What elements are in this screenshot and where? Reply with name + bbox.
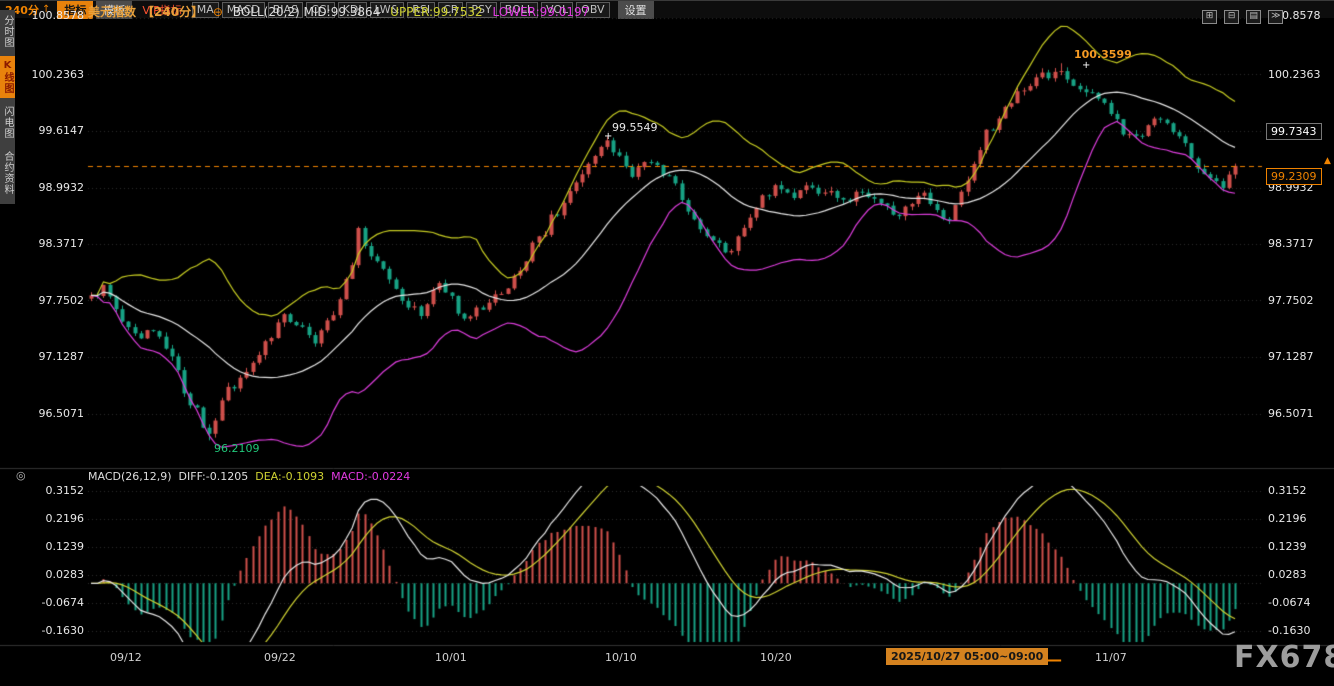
macd-params-label: MACD(26,12,9) [88,470,172,483]
macd-axis-label: 0.3152 [1268,484,1334,497]
macd-diff-value: DIFF:-0.1205 [179,470,249,483]
macd-axis-label: -0.1630 [1268,624,1334,637]
left-sidebar: 分时图 K线图 闪电图 合约资料 [0,10,15,204]
y-axis-label: 96.5071 [0,407,84,420]
boll-lower-label: LOWER:99.0197 [492,5,589,19]
swing-high-annotation: 99.5549 [612,121,658,134]
macd-axis-label: 0.0283 [1268,568,1334,581]
layout-next-icon[interactable]: ≫ [1268,10,1283,24]
macd-header: MACD(26,12,9) DIFF:-0.1205 DEA:-0.1093 M… [88,470,410,483]
macd-dea-value: DEA:-0.1093 [255,470,324,483]
macd-axis-label: -0.1630 [0,624,84,637]
macd-axis-label: 0.2196 [1268,512,1334,525]
macd-axis-label: 0.2196 [0,512,84,525]
chart-header: 美元指数【240分】 ⊖ BOLL(20,2) MID:99.3864 UPPE… [88,3,595,20]
macd-macd-value: MACD:-0.0224 [331,470,410,483]
x-axis-tick: 10/20 [760,651,792,664]
last-price-tag: 99.2309 [1266,168,1322,185]
sidebar-item-time-chart[interactable]: 分时图 [0,11,15,52]
x-axis-tick: 11/07 [1095,651,1127,664]
symbol-name: 美元指数 [88,5,136,19]
fx678-watermark: FX678 [1234,640,1334,675]
y-axis-label: 97.7502 [1268,294,1334,307]
window-controls: ⊞ ⊟ ▤ ≫ [1200,3,1283,24]
boll-mid-label: BOLL(20,2) MID:99.3864 [233,5,381,19]
y-axis-label: 97.7502 [0,294,84,307]
y-axis-label: 97.1287 [1268,350,1334,363]
x-axis: 09/12 09/22 10/01 10/10 10/20 2025/10/27… [0,646,1334,668]
macd-axis-label: 0.0283 [0,568,84,581]
sidebar-item-flash-chart[interactable]: 闪电图 [0,102,15,143]
layout-split-icon[interactable]: ⊟ [1224,10,1239,24]
x-axis-tick: 10/01 [435,651,467,664]
layout-grid-icon[interactable]: ⊞ [1202,10,1217,24]
y-axis-label: 98.3717 [0,237,84,250]
layout-rows-icon[interactable]: ▤ [1246,10,1261,24]
x-axis-tick: 10/10 [605,651,637,664]
macd-axis-label: 0.1239 [0,540,84,553]
macd-axis-label: 0.1239 [1268,540,1334,553]
low-price-annotation: 96.2109 [214,442,260,455]
collapse-icon[interactable]: ⊖ [213,5,223,19]
panel-marker-icon[interactable]: ◎ [16,469,26,482]
selected-time-range: 2025/10/27 05:00~09:00 [886,648,1048,665]
band-price-tag: 99.7343 [1266,123,1322,140]
candlestick-chart-canvas[interactable] [0,0,1334,686]
x-axis-tick: 09/12 [110,651,142,664]
period-label: 【240分】 [142,5,203,19]
price-up-arrow-icon: ▲ [1324,156,1331,166]
peak-cross-icon: + [604,131,612,142]
macd-axis-label: -0.0674 [1268,596,1334,609]
peak-cross-icon: + [1082,60,1090,71]
boll-upper-label: UPPER:99.7532 [390,5,482,19]
macd-axis-label: 0.3152 [0,484,84,497]
y-axis-label: 96.5071 [1268,407,1334,420]
sidebar-item-kline-chart[interactable]: K线图 [0,56,15,98]
x-axis-tick: 09/22 [264,651,296,664]
y-axis-label: 97.1287 [0,350,84,363]
range-dash-icon: — [1046,650,1062,669]
y-axis-label: 98.3717 [1268,237,1334,250]
sidebar-item-contract-info[interactable]: 合约资料 [0,147,15,199]
macd-axis-label: -0.0674 [0,596,84,609]
y-axis-label: 100.2363 [1268,68,1334,81]
trading-app-window: 美元指数【240分】 ⊖ BOLL(20,2) MID:99.3864 UPPE… [0,0,1334,686]
